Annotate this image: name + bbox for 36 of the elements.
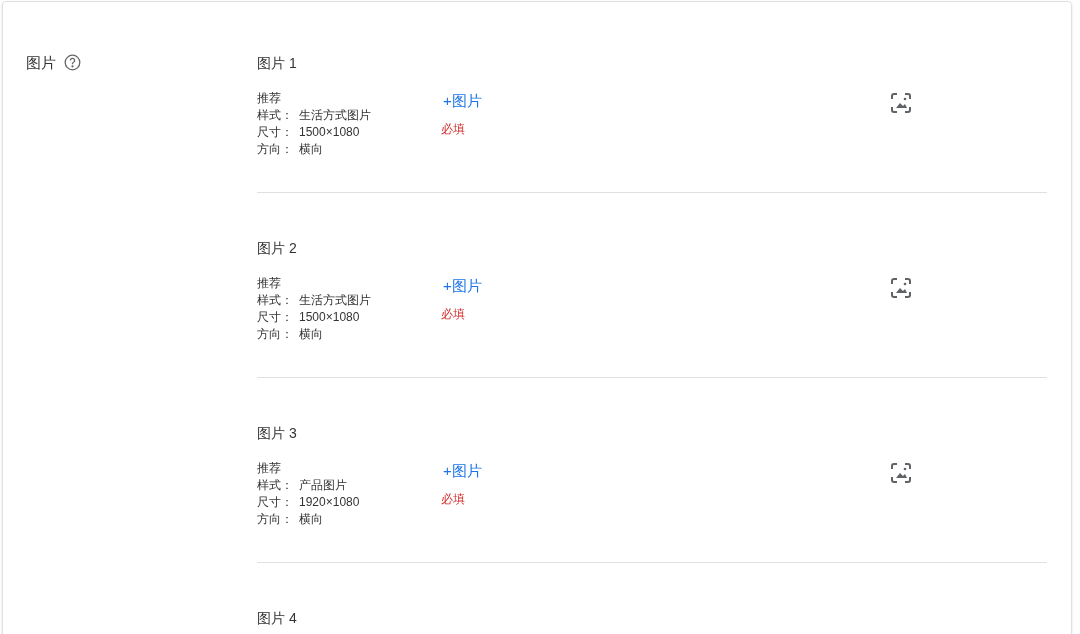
slot-title: 图片 2 [257,239,298,258]
slot-title: 图片 3 [257,424,298,443]
spec-label: 方向： [257,141,294,158]
image-frame-icon[interactable] [890,462,912,484]
spec-label: 尺寸： [257,494,294,511]
recommendation-heading: 推荐 [257,460,282,477]
spec-label: 方向： [257,326,294,343]
spec-value: 1920×1080 [299,494,360,511]
spec-label: 尺寸： [257,309,294,326]
field-label: 图片 [26,53,56,73]
spec-label: 样式： [257,107,294,124]
spec-label: 方向： [257,511,294,528]
spec-value: 1500×1080 [299,124,360,141]
required-label: 必填 [441,491,465,507]
slot-title: 图片 1 [257,54,298,73]
spec-label: 样式： [257,477,294,494]
recommendation-heading: 推荐 [257,275,282,292]
spec-value: 产品图片 [299,477,347,494]
help-icon[interactable] [64,54,81,71]
add-image-button[interactable]: +图片 [443,91,482,111]
add-image-button[interactable]: +图片 [443,461,482,481]
spec-value: 1500×1080 [299,309,360,326]
image-frame-icon[interactable] [890,277,912,299]
spec-value: 生活方式图片 [299,107,371,124]
image-frame-icon[interactable] [890,92,912,114]
spec-value: 生活方式图片 [299,292,371,309]
spec-value: 横向 [299,511,323,528]
spec-label: 样式： [257,292,294,309]
spec-value: 横向 [299,141,323,158]
spec-value: 横向 [299,326,323,343]
spec-label: 尺寸： [257,124,294,141]
required-label: 必填 [441,306,465,322]
add-image-button[interactable]: +图片 [443,276,482,296]
recommendation-heading: 推荐 [257,90,282,107]
required-label: 必填 [441,121,465,137]
slot-title: 图片 4 [257,609,298,628]
